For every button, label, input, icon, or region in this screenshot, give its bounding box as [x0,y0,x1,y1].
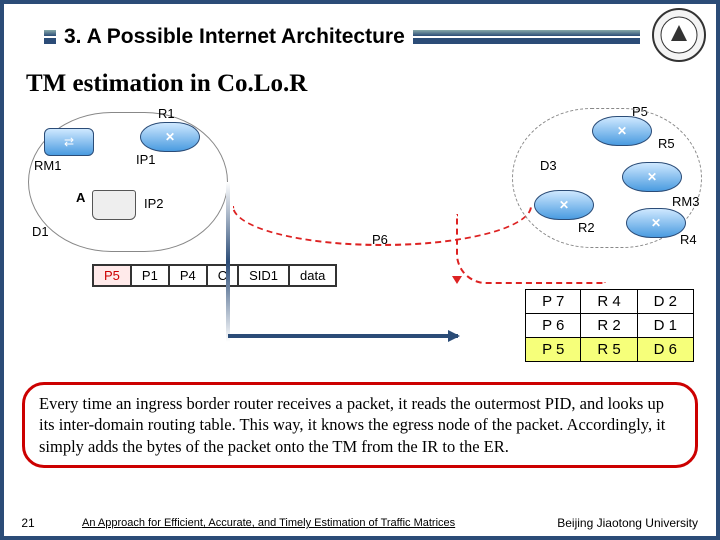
label-a: A [76,190,85,205]
packet-field: P4 [168,264,206,287]
label-r4: R4 [680,232,697,247]
switch-rm1-icon [44,128,94,156]
router-r4-icon [626,208,686,238]
packet-field: C [206,264,237,287]
explanation-callout: Every time an ingress border router rece… [22,382,698,468]
label-d1: D1 [32,224,49,239]
footer: 21 An Approach for Efficient, Accurate, … [4,516,716,530]
slide: 3. A Possible Internet Architecture TM e… [0,0,720,540]
rule-left [44,30,56,44]
label-p6: P6 [372,232,388,247]
page-number: 21 [4,516,52,530]
label-rm1: RM1 [34,158,61,173]
table-row-highlighted: P 5R 5D 6 [526,338,694,362]
dashed-pointer-icon [456,214,606,284]
router-r3-icon [622,162,682,192]
header-row: 3. A Possible Internet Architecture [4,4,716,64]
laptop-a-icon [92,190,136,220]
section-title: 3. A Possible Internet Architecture [64,25,405,49]
table-row: P 6R 2D 1 [526,314,694,338]
footer-title: An Approach for Efficient, Accurate, and… [52,517,557,529]
label-rm3: RM3 [672,194,699,209]
packet-structure: P5 P1 P4 C SID1 data [92,264,337,287]
slide-subtitle: TM estimation in Co.Lo.R [4,64,716,100]
packet-field: P1 [130,264,168,287]
arrow-right-icon [228,334,458,338]
rule-right [413,30,640,44]
routing-table: P 7R 4D 2 P 6R 2D 1 P 5R 5D 6 [525,289,694,362]
label-d3: D3 [540,158,557,173]
label-r1: R1 [158,106,175,121]
router-r1-icon [140,122,200,152]
label-ip2: IP2 [144,196,164,211]
footer-affiliation: Beijing Jiaotong University [557,516,716,530]
label-r5: R5 [658,136,675,151]
label-ip1: IP1 [136,152,156,167]
router-r5-icon [592,116,652,146]
connector-vertical [226,182,230,342]
table-row: P 7R 4D 2 [526,290,694,314]
packet-field: SID1 [237,264,288,287]
university-logo-icon [652,8,706,62]
packet-field: P5 [92,264,130,287]
packet-field: data [288,264,337,287]
